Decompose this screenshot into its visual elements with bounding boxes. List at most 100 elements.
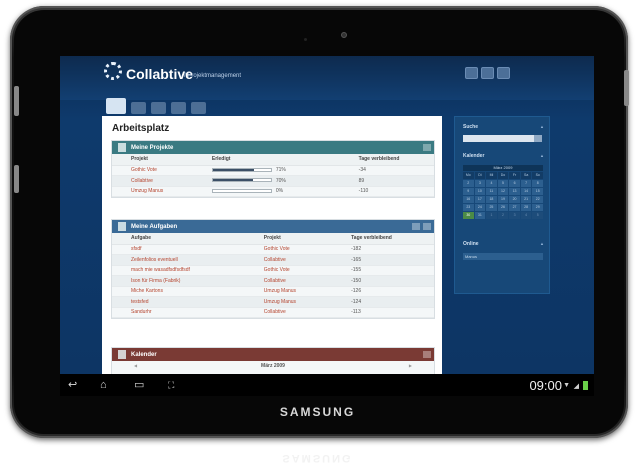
calendar-day[interactable]: 24 [474, 204, 486, 211]
calendar-day[interactable]: 29 [532, 204, 543, 211]
collapse-calendar-icon[interactable]: ▲ [540, 153, 544, 158]
calendar-day[interactable]: 5 [497, 180, 509, 187]
collapse-online-icon[interactable]: ▲ [540, 241, 544, 246]
calendar-day[interactable]: 1 [486, 212, 497, 219]
column-header-done[interactable]: Erledigt [192, 154, 340, 166]
app-subtitle: / Projektmanagement [184, 73, 242, 79]
calendar-day[interactable]: 22 [532, 196, 543, 203]
home-icon[interactable]: ⌂ [100, 380, 107, 391]
weekday-label: Sa [520, 172, 532, 179]
column-header-project[interactable]: Projekt [112, 154, 193, 166]
back-icon[interactable]: ↩ [68, 380, 77, 391]
column-header-days[interactable]: Tage verbleibend [339, 154, 434, 166]
task-name[interactable]: mach mie wasadfsdfsdfsdf [112, 265, 245, 276]
calendar-day[interactable]: 9 [463, 188, 474, 195]
project-name[interactable]: Umzug Manus [112, 186, 193, 197]
projects-box: Meine Projekte Projekt Erledigt Tage ver… [111, 140, 435, 198]
tab-files[interactable] [171, 102, 186, 114]
calendar-day[interactable]: 5 [532, 212, 543, 219]
calendar-day[interactable]: 28 [520, 204, 532, 211]
calendar-day[interactable]: 23 [463, 204, 474, 211]
table-row[interactable]: mach mie wasadfsdfsdfsdf Gothic Vote -155 [112, 265, 434, 276]
table-row[interactable]: Sandurhr Collabtive -113 [112, 307, 434, 318]
tasks-box-header[interactable]: Meine Aufgaben [112, 220, 434, 233]
next-month-icon[interactable]: ▶ [409, 363, 412, 368]
calendar-day[interactable]: 4 [486, 180, 497, 187]
calendar-day[interactable]: 8 [532, 180, 543, 187]
search-icon[interactable] [534, 135, 542, 142]
project-name[interactable]: Collabtive [112, 175, 193, 187]
collapse-icon[interactable] [423, 223, 431, 230]
calendar-day[interactable]: 21 [520, 196, 532, 203]
progress-bar-fill [212, 179, 254, 182]
calendar-day[interactable]: 31 [474, 212, 486, 219]
table-row[interactable]: Gothic Vote 71% -34 [112, 165, 434, 176]
table-row[interactable]: Zeilenfolios eventuell Collabtive -165 [112, 254, 434, 266]
tasks-box-title: Meine Aufgaben [131, 223, 178, 230]
calendar-day[interactable]: 11 [486, 188, 497, 195]
task-project[interactable]: Collabtive [244, 275, 333, 287]
collapse-icon[interactable] [423, 351, 431, 358]
table-row[interactable]: testsfed Umzug Manus -124 [112, 296, 434, 308]
table-row[interactable]: Ison für Firma (Fabrik) Collabtive -150 [112, 275, 434, 287]
screenshot-icon[interactable]: ⛶ [168, 380, 174, 391]
column-header-days[interactable]: Tage verbleibend [332, 233, 434, 245]
task-project[interactable]: Gothic Vote [244, 244, 333, 255]
task-project[interactable]: Umzug Manus [244, 296, 333, 308]
task-name[interactable]: Zeilenfolios eventuell [112, 254, 245, 266]
print-icon[interactable] [412, 223, 420, 230]
projects-box-header[interactable]: Meine Projekte [112, 141, 434, 154]
table-row[interactable]: sfsdf Gothic Vote -182 [112, 244, 434, 255]
collapse-icon[interactable] [423, 144, 431, 151]
calendar-day[interactable]: 3 [509, 212, 520, 219]
task-project[interactable]: Gothic Vote [244, 265, 333, 276]
collapse-search-icon[interactable]: ▲ [540, 124, 544, 129]
task-name[interactable]: Sandurhr [112, 307, 245, 318]
tab-projects[interactable] [131, 102, 146, 114]
calendar-day[interactable]: 18 [486, 196, 497, 203]
calendar-day[interactable]: 7 [520, 180, 532, 187]
search-input[interactable] [463, 135, 534, 142]
logout-icon[interactable] [497, 67, 510, 79]
calendar-day[interactable]: 16 [463, 196, 474, 203]
app-logo[interactable]: Collabtive [126, 66, 193, 82]
task-name[interactable]: Miche Kartons [112, 286, 245, 297]
calendar-day[interactable]: 14 [520, 188, 532, 195]
table-row[interactable]: Miche Kartons Umzug Manus -126 [112, 286, 434, 297]
calendar-day[interactable]: 25 [486, 204, 497, 211]
task-name[interactable]: testsfed [112, 296, 245, 308]
calendar-day[interactable]: 12 [497, 188, 509, 195]
project-name[interactable]: Gothic Vote [112, 165, 193, 176]
calendar-box-header[interactable]: Kalender [112, 348, 434, 361]
online-user[interactable]: Manus [463, 253, 543, 260]
calendar-day[interactable]: 20 [509, 196, 520, 203]
task-project[interactable]: Collabtive [244, 254, 333, 266]
calendar-day[interactable]: 10 [474, 188, 486, 195]
calendar-day[interactable]: 15 [532, 188, 543, 195]
task-name[interactable]: Ison für Firma (Fabrik) [112, 275, 245, 287]
table-row[interactable]: Collabtive 70% 89 [112, 175, 434, 187]
mail-icon[interactable] [465, 67, 478, 79]
calendar-day[interactable]: 4 [520, 212, 532, 219]
table-row[interactable]: Umzug Manus 0% -110 [112, 186, 434, 197]
recent-apps-icon[interactable]: ▭ [134, 380, 144, 391]
column-header-project[interactable]: Projekt [244, 233, 333, 245]
calendar-day[interactable]: 19 [497, 196, 509, 203]
tab-messages[interactable] [151, 102, 166, 114]
calendar-day[interactable]: 6 [509, 180, 520, 187]
calendar-day[interactable]: 3 [474, 180, 486, 187]
column-header-task[interactable]: Aufgabe [112, 233, 245, 245]
tab-admin[interactable] [191, 102, 206, 114]
calendar-day[interactable]: 27 [509, 204, 520, 211]
calendar-day[interactable]: 2 [463, 180, 474, 187]
user-icon[interactable] [481, 67, 494, 79]
task-name[interactable]: sfsdf [112, 244, 245, 255]
calendar-day[interactable]: 17 [474, 196, 486, 203]
calendar-day[interactable]: 26 [497, 204, 509, 211]
task-project[interactable]: Collabtive [244, 307, 333, 318]
tab-desktop[interactable] [106, 98, 126, 114]
calendar-day[interactable]: 13 [509, 188, 520, 195]
task-project[interactable]: Umzug Manus [244, 286, 333, 297]
calendar-day[interactable]: 30 [463, 212, 474, 219]
calendar-day[interactable]: 2 [497, 212, 509, 219]
